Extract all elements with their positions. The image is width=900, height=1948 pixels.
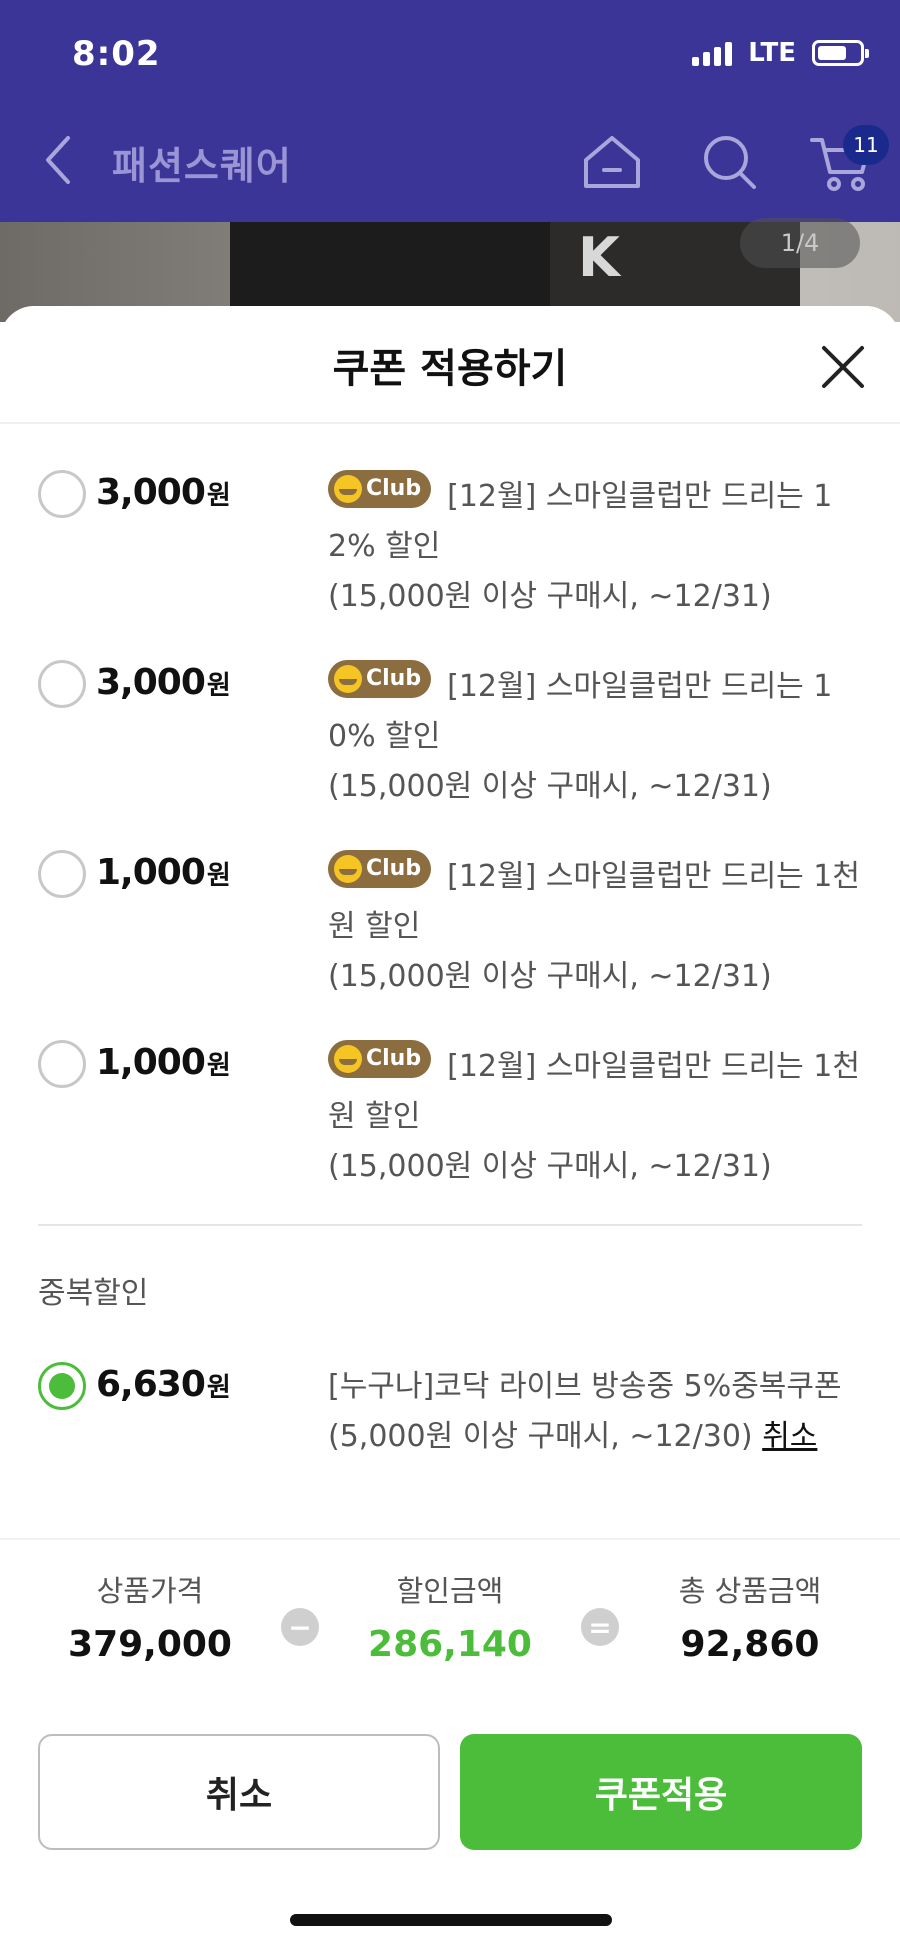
discount-label: 할인금액 [396,1574,504,1608]
equals-icon: = [581,1608,619,1646]
smile-club-icon [334,855,362,883]
cancel-coupon-link[interactable]: 취소 [762,1419,817,1454]
price-value: 379,000 [68,1624,232,1665]
coupon-radio-selected[interactable] [38,1362,86,1410]
coupon-description: Club [12월] 스마일클럽만 드리는 10% 할인 (15,000원 이상 … [328,660,860,812]
status-icons: LTE [692,38,869,68]
coupon-condition: (5,000원 이상 구매시, ~12/30) [328,1419,753,1454]
smile-club-icon [334,1045,362,1073]
coupon-amount: 6,630원 [96,1364,231,1405]
divider [38,1224,862,1226]
close-icon[interactable] [818,342,868,392]
coupon-description: Club [12월] 스마일클럽만 드리는 12% 할인 (15,000원 이상 … [328,470,860,622]
club-badge: Club [328,1040,432,1078]
coupon-description: Club [12월] 스마일클럽만 드리는 1천원 할인 (15,000원 이상 … [328,850,860,1002]
cancel-button[interactable]: 취소 [38,1734,440,1850]
battery-icon [812,40,869,66]
minus-icon: − [281,1608,319,1646]
status-time: 8:02 [72,34,161,74]
coupon-title: [누구나]코닥 라이브 방송중 5%중복쿠폰 [328,1369,842,1404]
coupon-item[interactable]: 3,000원 Club [12월] 스마일클럽만 드리는 10% 할인 (15,0… [0,660,900,820]
price-label: 상품가격 [96,1574,204,1608]
divider [0,1538,900,1540]
duplicate-coupon-item[interactable]: 6,630원 [누구나]코닥 라이브 방송중 5%중복쿠폰 (5,000원 이상… [0,1362,900,1522]
coupon-amount: 1,000원 [96,852,231,893]
home-icon[interactable] [580,132,644,192]
total-label: 총 상품금액 [678,1574,822,1608]
coupon-amount: 3,000원 [96,662,231,703]
search-icon[interactable] [700,132,758,192]
image-page-indicator: 1/4 [740,218,860,268]
home-indicator[interactable] [290,1914,612,1926]
duplicate-discount-heading: 중복할인 [38,1276,149,1311]
club-badge: Club [328,660,432,698]
coupon-description: [누구나]코닥 라이브 방송중 5%중복쿠폰 (5,000원 이상 구매시, ~… [328,1362,860,1462]
apply-coupon-button[interactable]: 쿠폰적용 [460,1734,862,1850]
coupon-amount: 3,000원 [96,472,231,513]
coupon-radio[interactable] [38,1040,86,1088]
back-icon[interactable] [40,132,76,188]
coupon-item[interactable]: 1,000원 Club [12월] 스마일클럽만 드리는 1천원 할인 (15,0… [0,1040,900,1200]
coupon-item[interactable]: 3,000원 Club [12월] 스마일클럽만 드리는 12% 할인 (15,0… [0,470,900,630]
coupon-condition: (15,000원 이상 구매시, ~12/31) [328,1149,772,1184]
coupon-radio[interactable] [38,470,86,518]
total-summary: 총 상품금액 92,860 [630,1568,870,1665]
coupon-condition: (15,000원 이상 구매시, ~12/31) [328,959,772,994]
coupon-radio[interactable] [38,660,86,708]
smile-club-icon [334,475,362,503]
signal-icon [692,40,733,66]
smile-club-icon [334,665,362,693]
discount-summary: 할인금액 286,140 [330,1568,570,1665]
club-badge: Club [328,850,432,888]
page-title: 패션스퀘어 [112,144,292,188]
discount-value: 286,140 [368,1624,532,1665]
sheet-title: 쿠폰 적용하기 [332,346,568,392]
coupon-sheet: 쿠폰 적용하기 3,000원 Club [12월] 스마일클럽만 드리는 12% … [0,306,900,1948]
coupon-condition: (15,000원 이상 구매시, ~12/31) [328,769,772,804]
cart-count-badge: 11 [843,125,889,165]
total-value: 92,860 [680,1624,820,1665]
divider [0,422,900,424]
coupon-item[interactable]: 1,000원 Club [12월] 스마일클럽만 드리는 1천원 할인 (15,0… [0,850,900,1010]
price-summary: 상품가격 379,000 [30,1568,270,1665]
coupon-amount: 1,000원 [96,1042,231,1083]
coupon-radio[interactable] [38,850,86,898]
coupon-condition: (15,000원 이상 구매시, ~12/31) [328,579,772,614]
network-label: LTE [748,38,796,68]
club-badge: Club [328,470,432,508]
coupon-description: Club [12월] 스마일클럽만 드리는 1천원 할인 (15,000원 이상 … [328,1040,860,1192]
app-header: 8:02 LTE 패션스퀘어 11 [0,0,900,222]
